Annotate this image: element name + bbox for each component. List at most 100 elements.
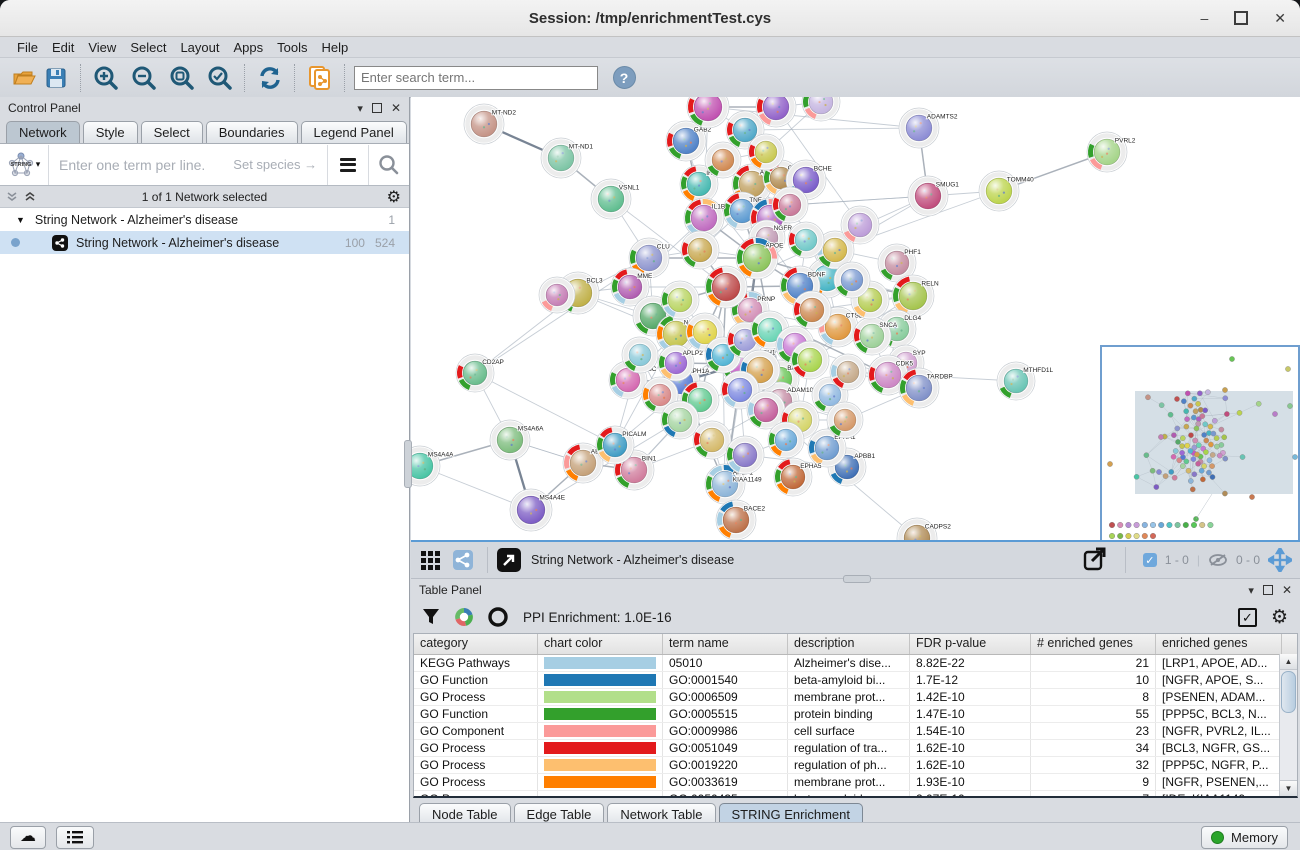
column-header-FDR-p-value[interactable]: FDR p-value	[910, 634, 1031, 654]
zoom-out-button[interactable]	[128, 62, 160, 94]
save-session-button[interactable]	[40, 62, 72, 94]
network-node-epha5[interactable]: EPHA5	[774, 458, 822, 496]
network-node-vsnl1[interactable]: VSNL1	[591, 179, 640, 219]
menu-item-file[interactable]: File	[10, 38, 45, 57]
table-splitter-handle[interactable]	[843, 575, 871, 583]
network-node-bace2[interactable]: BACE2	[716, 500, 766, 540]
zoom-selected-button[interactable]	[204, 62, 236, 94]
string-app-selector[interactable]: STRING ▾	[0, 145, 49, 185]
network-node[interactable]	[841, 206, 879, 244]
table-row[interactable]: GO FunctionGO:0005515protein binding1.47…	[414, 706, 1297, 723]
network-node[interactable]	[693, 421, 731, 459]
column-header-category[interactable]: category	[414, 634, 538, 654]
column-header--enriched-genes[interactable]: # enriched genes	[1031, 634, 1156, 654]
string-options-button[interactable]	[327, 145, 368, 185]
column-header-description[interactable]: description	[788, 634, 910, 654]
network-node[interactable]	[705, 142, 741, 178]
string-query-input[interactable]: Enter one term per line. Set species →	[49, 144, 327, 185]
network-node[interactable]	[791, 341, 829, 379]
help-button[interactable]: ?	[608, 62, 640, 94]
panel-close-icon[interactable]: ✕	[1282, 583, 1292, 597]
select-terms-checkbox[interactable]: ✓	[1238, 608, 1257, 627]
network-node[interactable]	[834, 262, 870, 298]
table-row[interactable]: GO ProcessGO:0033619membrane prot...1.93…	[414, 774, 1297, 791]
table-row[interactable]: GO ProcessGO:0051049regulation of tra...…	[414, 740, 1297, 757]
panel-float-icon[interactable]	[1263, 585, 1273, 595]
donut-chart-icon[interactable]	[453, 606, 475, 628]
gear-icon[interactable]: ⚙	[387, 187, 401, 207]
table-row[interactable]: GO ProcessGO:0050435beta-amyloid m...2.0…	[414, 791, 1297, 798]
open-in-browser-button[interactable]	[497, 548, 521, 572]
network-node[interactable]	[705, 266, 747, 308]
tab-style[interactable]: Style	[83, 121, 138, 143]
table-row[interactable]: GO ProcessGO:0019220regulation of ph...1…	[414, 757, 1297, 774]
tab-boundaries[interactable]: Boundaries	[206, 121, 298, 143]
enrichment-settings-gear-icon[interactable]: ⚙	[1271, 606, 1288, 629]
menu-item-edit[interactable]: Edit	[45, 38, 81, 57]
network-node[interactable]	[768, 422, 804, 458]
zoom-in-button[interactable]	[90, 62, 122, 94]
network-node-tardbp[interactable]: TARDBP	[899, 368, 953, 408]
network-node-pvrl2[interactable]: PVRL2	[1087, 132, 1136, 172]
minimize-button[interactable]: –	[1200, 11, 1208, 25]
network-node[interactable]	[802, 97, 840, 121]
filter-icon[interactable]	[421, 607, 441, 627]
table-row[interactable]: GO FunctionGO:0001540beta-amyloid bi...1…	[414, 672, 1297, 689]
panel-splitter-handle[interactable]	[404, 440, 412, 488]
network-node[interactable]	[661, 281, 699, 319]
column-header-term-name[interactable]: term name	[663, 634, 788, 654]
column-header-chart-color[interactable]: chart color	[538, 634, 663, 654]
network-node-snca[interactable]: SNCA	[853, 317, 898, 355]
network-node[interactable]	[830, 354, 866, 390]
open-file-button[interactable]	[8, 62, 40, 94]
network-node-tomm40[interactable]: TOMM40	[979, 171, 1034, 211]
network-node[interactable]	[661, 401, 699, 439]
scroll-down-button[interactable]: ▼	[1280, 780, 1297, 796]
table-row[interactable]: GO ProcessGO:0006509membrane prot...1.42…	[414, 689, 1297, 706]
task-history-button[interactable]	[56, 826, 94, 849]
table-row[interactable]: GO ComponentGO:0009986cell surface1.54E-…	[414, 723, 1297, 740]
network-from-file-button[interactable]	[304, 62, 336, 94]
close-button[interactable]: ✕	[1274, 11, 1286, 25]
network-node[interactable]	[827, 402, 863, 438]
table-scrollbar[interactable]: ▲ ▼	[1279, 654, 1297, 796]
network-node-adamts2[interactable]: ADAMTS2	[899, 108, 958, 148]
panel-close-icon[interactable]: ✕	[391, 101, 401, 115]
scrollbar-thumb[interactable]	[1281, 671, 1296, 713]
panel-float-icon[interactable]	[372, 103, 382, 113]
network-node[interactable]	[726, 436, 764, 474]
network-edge[interactable]	[745, 128, 919, 130]
maximize-button[interactable]	[1234, 11, 1248, 25]
network-node-mthfd1l[interactable]: MTHFD1L	[997, 362, 1054, 400]
menu-item-select[interactable]: Select	[123, 38, 173, 57]
network-node[interactable]	[788, 222, 824, 258]
network-canvas[interactable]: MT-ND2MT-ND1VSNL1GAB2IRS1ABCA1CHATBCHETN…	[411, 97, 1300, 540]
zoom-fit-button[interactable]	[166, 62, 198, 94]
menu-item-layout[interactable]: Layout	[173, 38, 226, 57]
network-node[interactable]	[772, 187, 808, 223]
network-node-mt-nd2[interactable]: MT-ND2	[464, 104, 516, 144]
network-node[interactable]	[539, 277, 575, 313]
panel-menu-icon[interactable]: ▾	[357, 102, 363, 115]
menu-item-apps[interactable]: Apps	[227, 38, 271, 57]
tab-network[interactable]: Network	[6, 121, 80, 143]
network-badge-button[interactable]	[447, 544, 479, 576]
network-node-smug1[interactable]: SMUG1	[908, 176, 959, 216]
network-node-ms4a6a[interactable]: MS4A6A	[490, 420, 544, 460]
network-node[interactable]	[748, 134, 784, 170]
menu-item-help[interactable]: Help	[315, 38, 356, 57]
search-input[interactable]	[354, 66, 598, 90]
network-node-cadps2[interactable]: CADPS2	[897, 518, 951, 540]
refresh-network-button[interactable]	[254, 62, 286, 94]
network-node[interactable]	[622, 337, 658, 373]
ring-chart-icon[interactable]	[487, 606, 509, 628]
cloud-tasks-button[interactable]: ☁	[10, 826, 46, 849]
export-network-icon[interactable]	[1083, 547, 1109, 573]
table-row[interactable]: KEGG Pathways05010Alzheimer's dise...8.8…	[414, 655, 1297, 672]
scroll-up-button[interactable]: ▲	[1280, 654, 1297, 670]
column-header-enriched-genes[interactable]: enriched genes	[1156, 634, 1282, 654]
network-node[interactable]	[681, 231, 719, 269]
tab-legend-panel[interactable]: Legend Panel	[301, 121, 407, 143]
tab-select[interactable]: Select	[141, 121, 203, 143]
pan-crosshair-icon[interactable]	[1268, 548, 1292, 572]
